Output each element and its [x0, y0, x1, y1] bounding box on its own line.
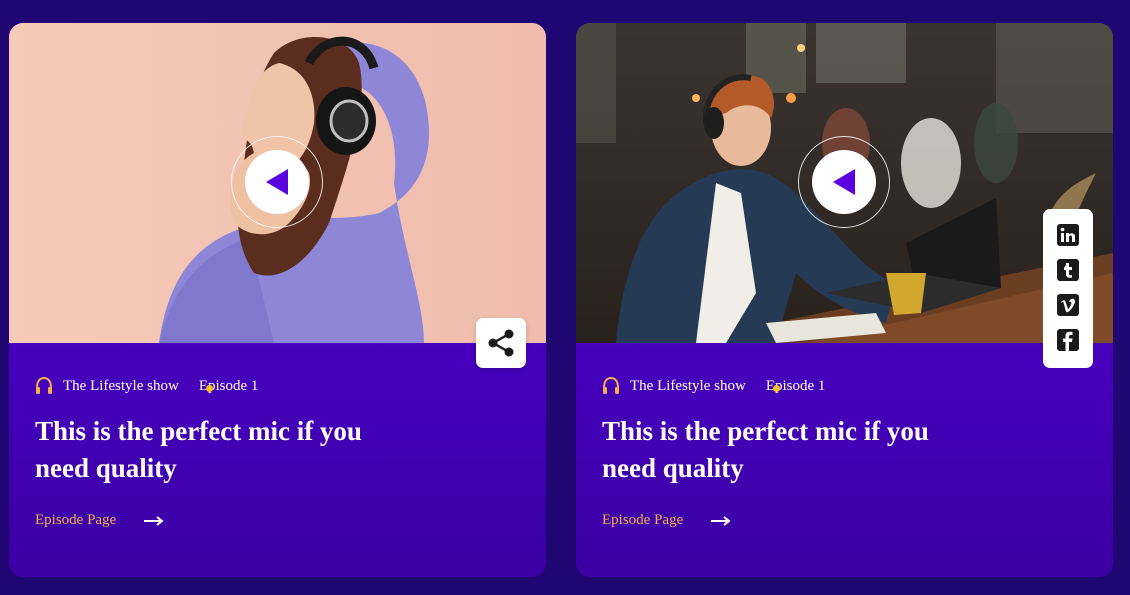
episode-card: The Lifestyle show Episode 1 This is the… [9, 23, 546, 577]
linkedin-icon[interactable] [1056, 223, 1080, 247]
arrow-right-icon [144, 515, 164, 526]
headphones-icon [36, 376, 52, 394]
arrow-right-icon [711, 515, 731, 526]
play-button[interactable] [231, 136, 323, 228]
episode-number: Episode 1 [199, 378, 259, 395]
share-button[interactable] [476, 318, 526, 368]
tumblr-icon[interactable] [1056, 258, 1080, 282]
episode-title: This is the perfect mic if you need qual… [35, 416, 362, 483]
vimeo-icon[interactable] [1056, 293, 1080, 317]
play-button[interactable] [798, 136, 890, 228]
headphones-icon [603, 376, 619, 394]
show-name: The Lifestyle show [63, 377, 179, 394]
episode-dot [205, 384, 213, 392]
facebook-icon[interactable] [1056, 328, 1080, 352]
episode-meta: The Lifestyle show Episode 1 [35, 376, 258, 396]
episode-card: The Lifestyle show Episode 1 This is the… [576, 23, 1113, 577]
episode-page-label: Episode Page [35, 512, 117, 528]
episode-number: Episode 1 [766, 378, 826, 395]
share-icon [488, 329, 514, 357]
play-icon [833, 169, 855, 195]
episode-page-link[interactable]: Episode Page [35, 512, 164, 529]
episode-title: This is the perfect mic if you need qual… [602, 416, 929, 483]
episode-page-label: Episode Page [602, 512, 684, 528]
play-icon [266, 169, 288, 195]
social-share-panel [1043, 209, 1093, 368]
episode-page-link[interactable]: Episode Page [602, 512, 731, 529]
show-name: The Lifestyle show [630, 377, 746, 394]
episode-meta: The Lifestyle show Episode 1 [602, 376, 825, 396]
episode-dot [772, 384, 780, 392]
